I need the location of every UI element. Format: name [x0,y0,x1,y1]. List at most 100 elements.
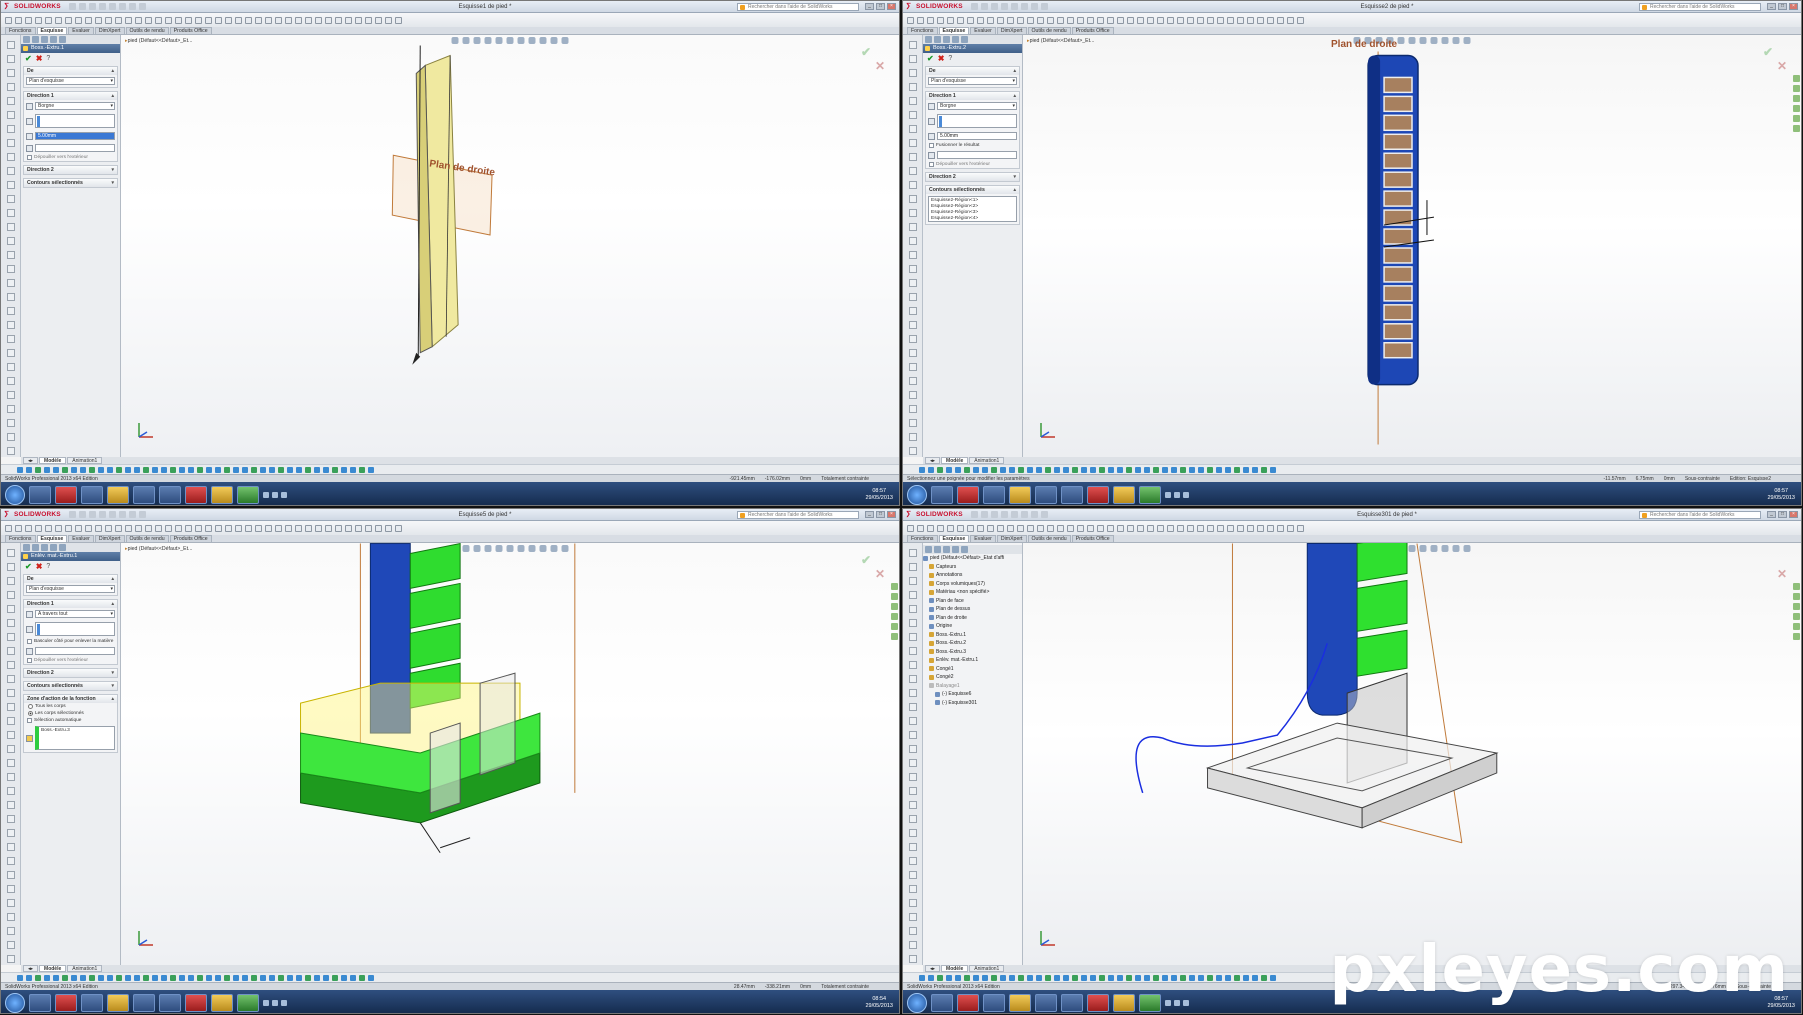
merge-result-checkbox[interactable]: Fusionner le résultat [926,142,1019,149]
section-header[interactable]: Zone d'action de la fonction [24,695,117,703]
ok-icon[interactable]: ✔ [927,55,934,63]
tree-item-sensors[interactable]: Capteurs [923,563,1022,572]
start-condition-select[interactable]: Plan d'esquisse [928,77,1017,85]
cancel-icon[interactable]: ✖ [938,55,945,63]
draft-input[interactable] [35,647,115,655]
tree-item-sketch[interactable]: (-) Esquisse301 [923,699,1022,708]
tree-item-sweep[interactable]: Balayage1 [923,682,1022,691]
command-toolbar[interactable] [1,521,899,535]
section-header[interactable]: Contours sélectionnés [24,179,117,187]
taskbar-app-solidworks[interactable] [159,993,181,1012]
taskbar-app-edrawings[interactable] [1087,993,1109,1012]
taskbar-app-ie[interactable] [29,485,51,504]
draft-outward-checkbox[interactable]: Dépouiller vers l'extérieur [24,154,117,161]
section-header[interactable]: Contours sélectionnés [926,186,1019,194]
close-icon[interactable]: × [887,3,896,10]
minimize-icon[interactable]: _ [1767,511,1776,518]
manager-tabs[interactable] [923,545,1022,554]
clock[interactable]: 08:57 29/05/2013 [865,488,893,502]
tree-item-top-plane[interactable]: Plan de dessus [923,605,1022,614]
section-header[interactable]: De [24,67,117,75]
start-button[interactable] [5,992,25,1013]
tab-dimxpert[interactable]: DimXpert [996,535,1027,542]
minimize-icon[interactable]: _ [1767,3,1776,10]
section-header[interactable]: Direction 1 [926,92,1019,100]
tab-produits-office[interactable]: Produits Office [1071,535,1114,542]
taskbar-app-excel[interactable] [1139,485,1161,504]
auto-select-checkbox[interactable]: Sélection automatique [24,717,117,724]
solidworks-logo[interactable]: ⵢ SOLIDWORKS [1,510,63,519]
taskbar-app-explorer[interactable] [1009,993,1031,1012]
command-toolbar[interactable] [903,13,1801,27]
system-tray[interactable] [1165,999,1189,1006]
ok-icon[interactable]: ✔ [25,563,32,571]
taskbar-app-thunderbird[interactable] [1035,993,1057,1012]
start-condition-select[interactable]: Plan d'esquisse [26,77,115,85]
start-button[interactable] [907,484,927,505]
taskbar-app-edrawings[interactable] [185,485,207,504]
reverse-direction-icon[interactable] [26,102,33,110]
depth-input[interactable]: 5.00mm [35,132,115,140]
start-button[interactable] [907,992,927,1013]
maximize-icon[interactable]: □ [876,3,885,10]
window-controls[interactable]: _ □ × [865,3,896,10]
system-tray[interactable] [263,491,287,498]
close-icon[interactable]: × [887,511,896,518]
command-toolbar[interactable] [1,13,899,27]
direction-selection-box[interactable] [35,114,115,128]
window-controls[interactable]: _ □ × [865,511,896,518]
taskbar-app-media[interactable] [983,993,1005,1012]
tab-model[interactable]: Modèle [39,457,67,464]
section-header[interactable]: Direction 2 [24,166,117,174]
command-toolbar[interactable] [903,521,1801,535]
taskbar-app-edrawings[interactable] [1087,485,1109,504]
draft-icon[interactable] [928,151,935,159]
end-condition-select[interactable]: A travers tout [35,610,115,618]
tab-dimxpert[interactable]: DimXpert [996,27,1027,34]
section-header[interactable]: Direction 2 [926,173,1019,181]
start-button[interactable] [5,484,25,505]
taskbar-app-edrawings[interactable] [185,993,207,1012]
depth-input[interactable]: 5.00mm [937,132,1017,140]
taskbar-app-thunderbird[interactable] [1035,485,1057,504]
tree-item-feature[interactable]: Boss.-Extru.3 [923,648,1022,657]
tree-item-material[interactable]: Matériau <non spécifié> [923,588,1022,597]
tree-item-feature[interactable]: Boss.-Extru.1 [923,631,1022,640]
draft-outward-checkbox[interactable]: Dépouiller vers l'extérieur [24,657,117,664]
tab-dimxpert[interactable]: DimXpert [94,535,125,542]
taskbar-app-folder[interactable] [1113,993,1135,1012]
taskbar-app-firefox[interactable] [55,993,77,1012]
taskbar-app-folder[interactable] [211,993,233,1012]
task-pane-strip[interactable] [889,577,899,697]
cancel-icon[interactable]: ✖ [36,563,43,571]
taskbar-app-ie[interactable] [931,993,953,1012]
tab-evaluer[interactable]: Evaluer [970,535,996,542]
taskbar-app-folder[interactable] [1113,485,1135,504]
tab-outils-rendu[interactable]: Outils de rendu [1027,27,1071,34]
taskbar-app-explorer[interactable] [107,485,129,504]
taskbar-app-solidworks[interactable] [1061,993,1083,1012]
draft-input[interactable] [937,151,1017,159]
section-header[interactable]: Direction 1 [24,92,117,100]
minimize-icon[interactable]: _ [865,511,874,518]
taskbar-app-explorer[interactable] [107,993,129,1012]
scope-selected-bodies-radio[interactable]: Les corps sélectionnés [24,710,117,717]
tab-model[interactable]: Modèle [39,965,67,972]
end-condition-select[interactable]: Borgne [937,102,1017,110]
draft-input[interactable] [35,144,115,152]
tab-animation[interactable]: Animation1 [969,457,1005,464]
tab-scroll-icon[interactable]: ◂▸ [23,965,39,972]
tab-esquisse[interactable]: Esquisse [938,27,970,34]
list-item[interactable]: Esquisse2-Région<4> [931,216,1014,221]
tab-esquisse[interactable]: Esquisse [938,535,970,542]
manager-tabs[interactable] [923,35,1022,44]
tab-dimxpert[interactable]: DimXpert [94,27,125,34]
tree-item-feature[interactable]: Congé2 [923,673,1022,682]
taskbar-app-thunderbird[interactable] [133,993,155,1012]
tree-item-feature[interactable]: Congé1 [923,665,1022,674]
tree-item-front-plane[interactable]: Plan de face [923,597,1022,606]
tab-produits-office[interactable]: Produits Office [1071,27,1114,34]
sketch-tools-strip[interactable] [903,543,923,965]
tab-produits-office[interactable]: Produits Office [169,27,212,34]
help-search-input[interactable]: Rechercher dans l'aide de SolidWorks [1639,510,1761,519]
